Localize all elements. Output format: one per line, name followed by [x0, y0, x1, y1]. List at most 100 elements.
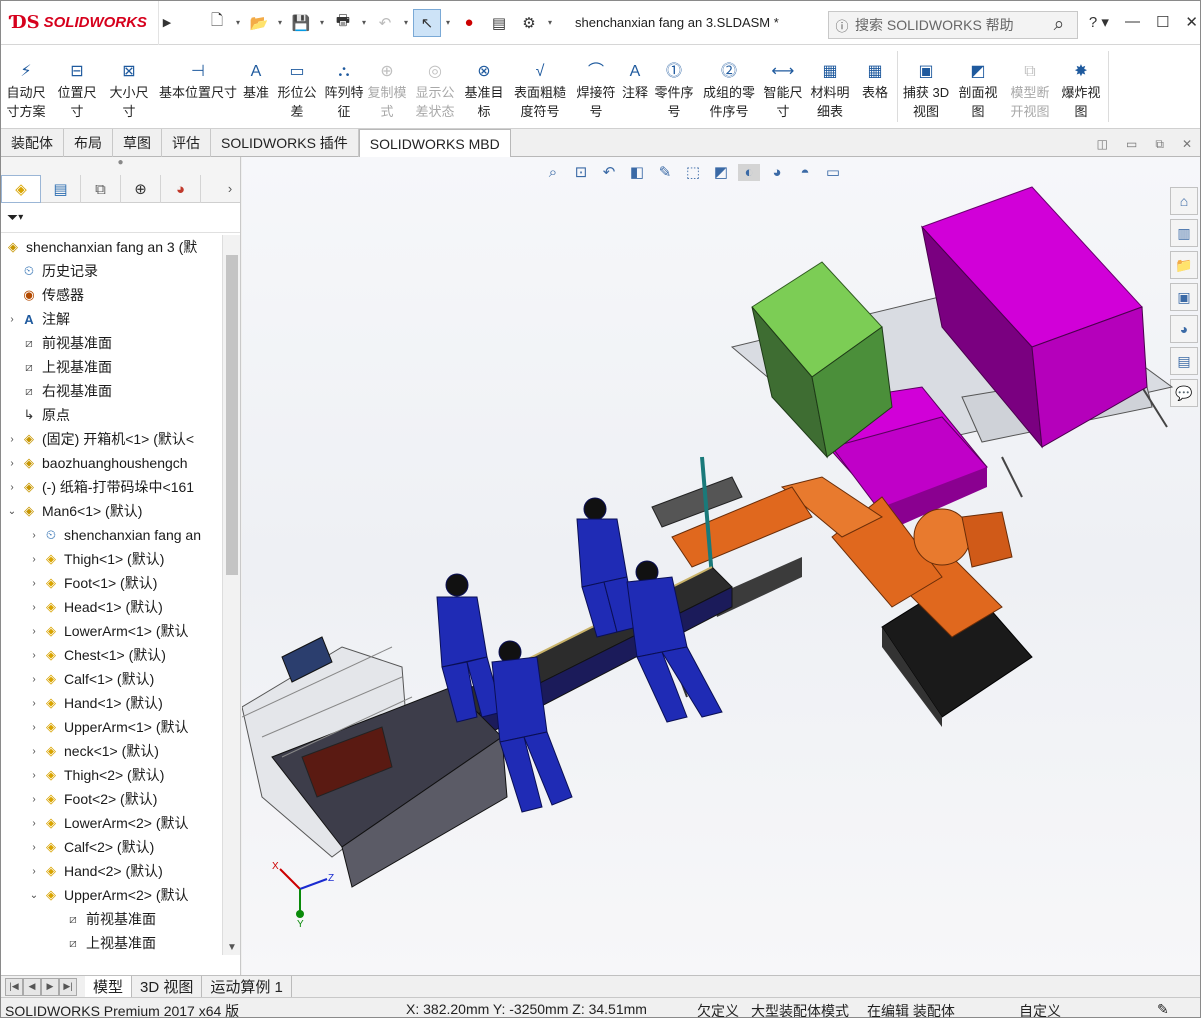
tree-item[interactable]: ◉ 传感器 [1, 283, 221, 307]
tree-item[interactable]: › ◈ Thigh<2> (默认) [1, 763, 221, 787]
tree-item[interactable]: › ◈ LowerArm<1> (默认 [1, 619, 221, 643]
expand-toggle-icon[interactable]: › [27, 722, 41, 733]
tree-item[interactable]: ⧄ 前视基准面 [1, 907, 221, 931]
table-button[interactable]: ▦ 表格 [855, 45, 895, 128]
bottom-tab-0[interactable]: 模型 [85, 975, 133, 998]
tab-3[interactable]: 评估 [162, 129, 211, 157]
restore-pane-icon[interactable]: ◫ [1097, 137, 1108, 152]
smart-dimension-button[interactable]: ⟷ 智能尺 寸 [761, 45, 805, 128]
tree-scrollbar[interactable]: ▼ [222, 235, 240, 955]
expand-toggle-icon[interactable]: › [27, 866, 41, 877]
chevron-down-icon[interactable]: ▾ [18, 212, 23, 223]
expand-toggle-icon[interactable]: ⌄ [27, 890, 41, 901]
balloon-button[interactable]: ⓵ 零件序 号 [651, 45, 697, 128]
configuration-manager-tab-icon[interactable]: ⧉ [81, 175, 121, 203]
help-icon[interactable]: ? ▾ [1089, 13, 1109, 31]
close-icon[interactable]: ✕ [1185, 13, 1198, 31]
graphics-area[interactable]: ⌕ ⊡ ↶ ◧ ✎ ⬚ ◩ ◐ ◕ ◓ ▭ ⌂ ▥ 📁 ▣ ◕ ▤ 💬 X Z … [242, 157, 1201, 975]
weld-symbol-button[interactable]: ⌒ 焊接符 号 [573, 45, 619, 128]
help-search[interactable]: ⓘ 搜索 SOLIDWORKS 帮助 ⌕ [828, 11, 1078, 39]
tree-item[interactable]: › ◈ Head<1> (默认) [1, 595, 221, 619]
pattern-feature-button[interactable]: ⛬ 阵列特 征 [323, 45, 365, 128]
show-tolerance-status-button[interactable]: ◎ 显示公 差状态 [409, 45, 461, 128]
expand-toggle-icon[interactable]: › [27, 530, 41, 541]
expand-toggle-icon[interactable]: ⌄ [5, 506, 19, 517]
expand-toggle-icon[interactable]: › [27, 674, 41, 685]
exploded-view-button[interactable]: ✸ 爆炸视 图 [1056, 45, 1106, 128]
panel-grip[interactable]: ● [1, 157, 240, 175]
minimize-icon[interactable]: — [1125, 13, 1140, 31]
tree-item[interactable]: › ◈ UpperArm<1> (默认 [1, 715, 221, 739]
dimxpert-manager-tab-icon[interactable]: ⊕ [121, 175, 161, 203]
tree-item[interactable]: › ◈ Hand<1> (默认) [1, 691, 221, 715]
expand-toggle-icon[interactable]: › [27, 818, 41, 829]
expand-toggle-icon[interactable]: › [27, 602, 41, 613]
tree-item[interactable]: › ◈ Chest<1> (默认) [1, 643, 221, 667]
tree-item[interactable]: ⌄ ◈ Man6<1> (默认) [1, 499, 221, 523]
tree-item[interactable]: › ◈ Thigh<1> (默认) [1, 547, 221, 571]
expand-toggle-icon[interactable]: › [27, 746, 41, 757]
auto-dimension-button[interactable]: ⚡ 自动尺 寸方案 [1, 45, 51, 128]
options-gear-icon[interactable]: ⚙ [515, 9, 543, 37]
tooltip-toggle-icon[interactable]: ✎ [1157, 1001, 1169, 1017]
tree-item[interactable]: › ◈ Foot<1> (默认) [1, 571, 221, 595]
location-dimension-button[interactable]: ⊟ 位置尺 寸 [51, 45, 103, 128]
feature-manager-tab-icon[interactable]: ◈ [1, 175, 41, 203]
size-dimension-button[interactable]: ⊠ 大小尺 寸 [103, 45, 155, 128]
tree-filter[interactable]: ⏷ ▾ [1, 203, 240, 233]
expand-toggle-icon[interactable]: › [5, 458, 19, 469]
expand-toggle-icon[interactable]: › [5, 314, 19, 325]
tree-item[interactable]: › ◈ baozhuanghoushengch [1, 451, 221, 475]
solidworks-logo[interactable]: ƊS SOLIDWORKS [1, 1, 159, 45]
next-tab-icon[interactable]: ▶ [41, 977, 59, 996]
bottom-tab-1[interactable]: 3D 视图 [132, 975, 203, 998]
search-icon[interactable]: ⌕ [1041, 14, 1077, 36]
bottom-tab-2[interactable]: 运动算例 1 [202, 975, 292, 998]
last-tab-icon[interactable]: ▶| [59, 977, 77, 996]
tree-item[interactable]: ⧄ 前视基准面 [1, 331, 221, 355]
copy-scheme-button[interactable]: ⊕ 复制模 式 [365, 45, 409, 128]
model-break-view-button[interactable]: ⧉ 模型断 开视图 [1004, 45, 1056, 128]
section-view-button[interactable]: ◩ 剖面视 图 [952, 45, 1004, 128]
minimize-pane-icon[interactable]: ▭ [1126, 137, 1137, 152]
search-input[interactable]: 搜索 SOLIDWORKS 帮助 [855, 15, 1041, 35]
expand-toggle-icon[interactable]: › [5, 434, 19, 445]
datum-button[interactable]: A 基准 [241, 45, 271, 128]
undo-icon[interactable]: ↶ [371, 9, 399, 37]
chevron-down-icon[interactable]: ▾ [401, 18, 411, 27]
scroll-down-icon[interactable]: ▼ [223, 942, 241, 953]
save-icon[interactable]: 💾 [287, 9, 315, 37]
datum-target-button[interactable]: ⊗ 基准目 标 [461, 45, 507, 128]
tree-item[interactable]: › ◈ (固定) 开箱机<1> (默认< [1, 427, 221, 451]
assembly-model[interactable]: X Z Y [242, 157, 1201, 975]
tree-item[interactable]: › ⏲ shenchanxian fang an [1, 523, 221, 547]
prev-tab-icon[interactable]: ◀ [23, 977, 41, 996]
tree-item[interactable]: ⌄ ◈ UpperArm<2> (默认 [1, 883, 221, 907]
display-manager-tab-icon[interactable]: ◕ [161, 175, 201, 203]
tree-item[interactable]: ⏲ 历史记录 [1, 259, 221, 283]
chevron-down-icon[interactable]: ▾ [275, 18, 285, 27]
tab-4[interactable]: SOLIDWORKS 插件 [211, 129, 359, 157]
tree-item[interactable]: ↳ 原点 [1, 403, 221, 427]
expand-toggle-icon[interactable]: › [27, 794, 41, 805]
expand-toggle-icon[interactable]: › [27, 554, 41, 565]
filter-icon[interactable]: ⏷ [7, 209, 18, 226]
chevron-down-icon[interactable]: ▾ [233, 18, 243, 27]
file-properties-icon[interactable]: ▤ [485, 9, 513, 37]
print-icon[interactable]: 🖶 [329, 9, 357, 37]
open-icon[interactable]: 📂 [245, 9, 273, 37]
close-pane-icon[interactable]: ✕ [1182, 137, 1192, 152]
more-tabs-chevron-icon[interactable]: › [220, 175, 240, 202]
tree-item[interactable]: › ◈ LowerArm<2> (默认 [1, 811, 221, 835]
chevron-down-icon[interactable]: ▾ [545, 18, 555, 27]
tree-item[interactable]: › ◈ Calf<2> (默认) [1, 835, 221, 859]
expand-toggle-icon[interactable]: › [27, 578, 41, 589]
maximize-icon[interactable]: ☐ [1156, 13, 1169, 31]
tree-item[interactable]: › ◈ (-) 纸箱-打带码垛中<161 [1, 475, 221, 499]
select-pointer-icon[interactable]: ↖ [413, 8, 441, 37]
stacked-balloon-button[interactable]: ⓶ 成组的零 件序号 [697, 45, 761, 128]
geometric-tolerance-button[interactable]: ▭ 形位公 差 [271, 45, 323, 128]
tab-2[interactable]: 草图 [113, 129, 162, 157]
expand-toggle-icon[interactable]: › [5, 482, 19, 493]
tree-item[interactable]: › ◈ Calf<1> (默认) [1, 667, 221, 691]
